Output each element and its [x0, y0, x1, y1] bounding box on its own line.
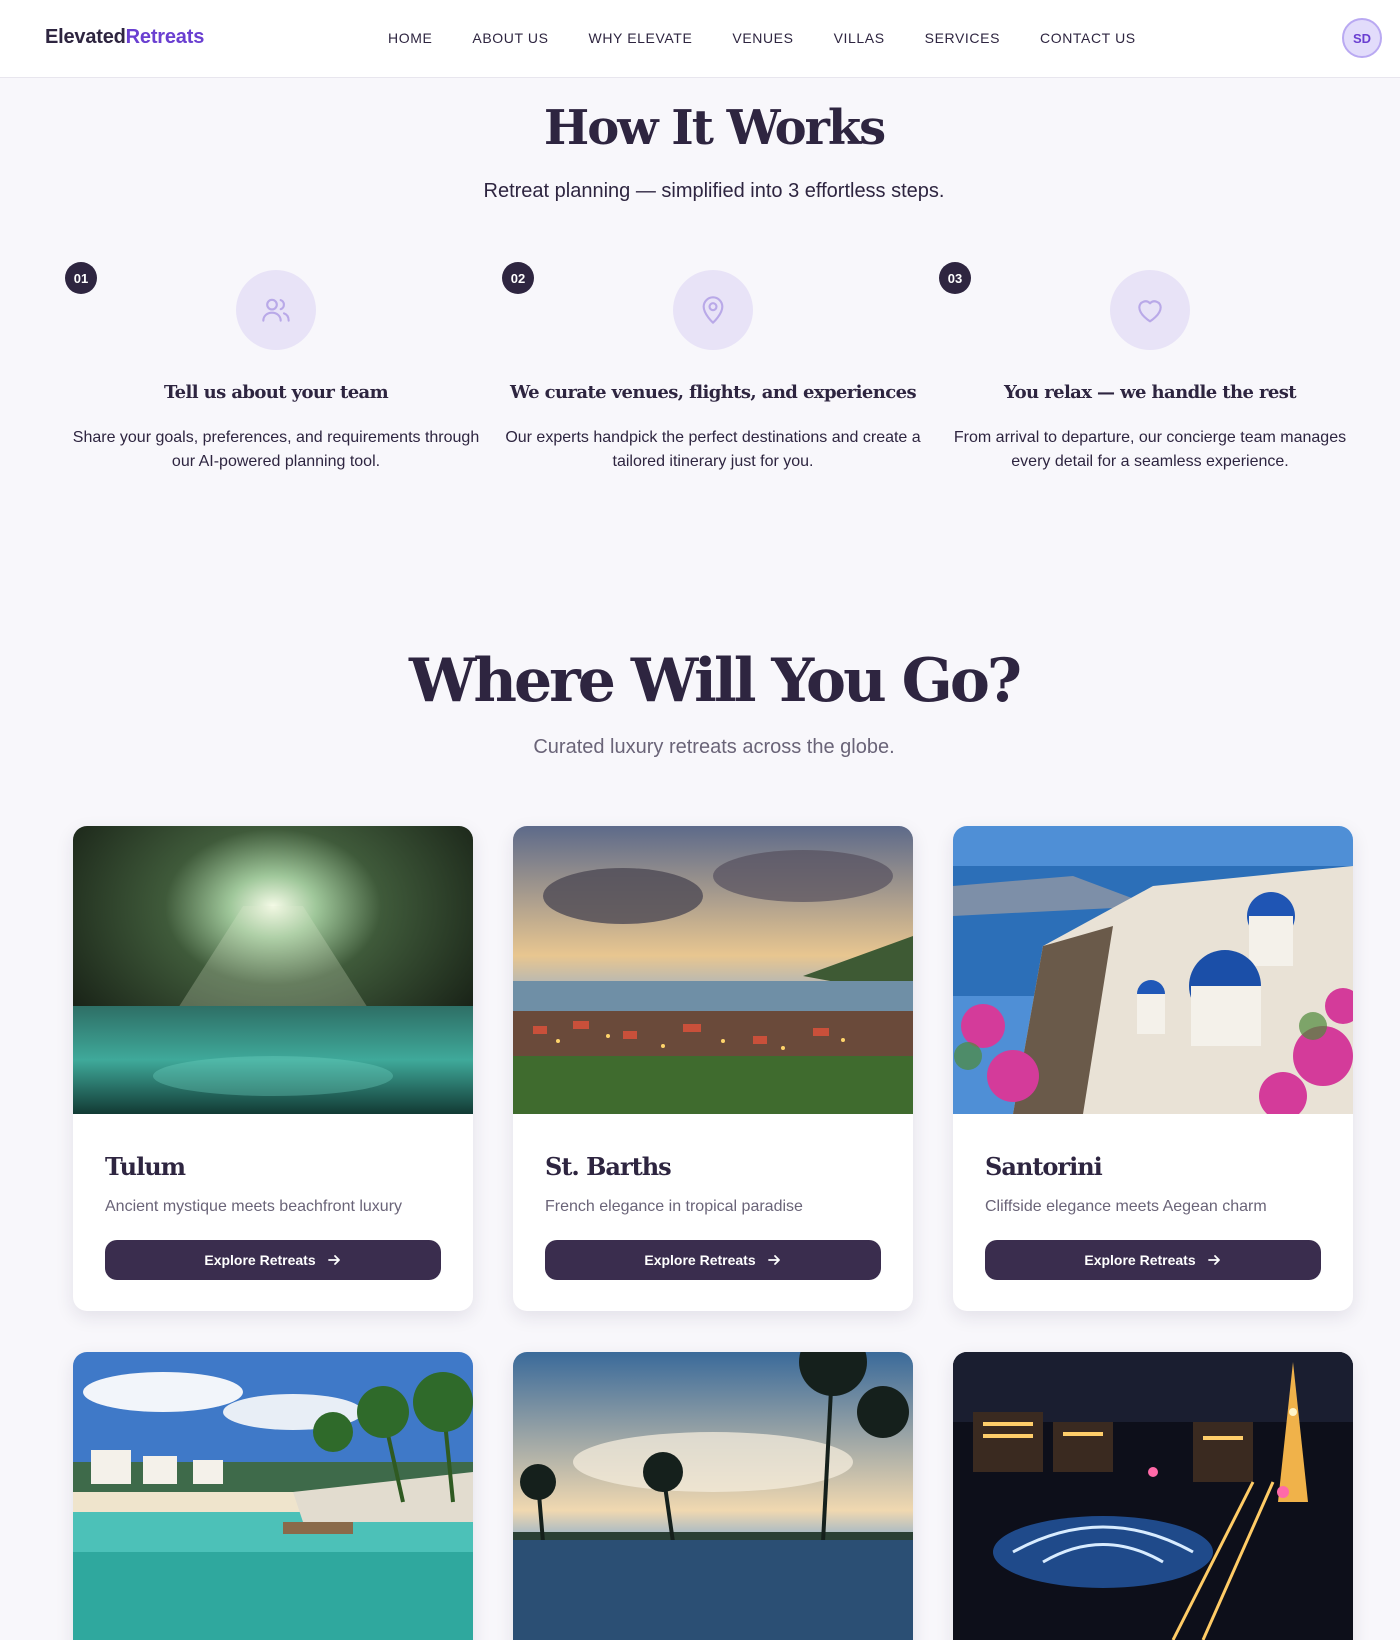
step-1: 01 Tell us about your team Share your go… — [65, 262, 479, 482]
destination-image — [953, 1352, 1353, 1640]
destination-tagline: Ancient mystique meets beachfront luxury — [105, 1198, 403, 1215]
destination-card-5[interactable] — [513, 1352, 913, 1640]
destination-tagline: Cliffside elegance meets Aegean charm — [985, 1198, 1267, 1215]
top-nav: ElevatedRetreats HOME ABOUT US WHY ELEVA… — [0, 0, 1400, 78]
nav-about-us[interactable]: ABOUT US — [472, 30, 548, 46]
step-description: Our experts handpick the perfect destina… — [505, 429, 921, 470]
destination-name: Santorini — [985, 1152, 1103, 1181]
destination-name: St. Barths — [545, 1152, 672, 1181]
nav-venues[interactable]: VENUES — [732, 30, 793, 46]
explore-retreats-button[interactable]: Explore Retreats — [105, 1240, 441, 1280]
user-avatar[interactable]: SD — [1342, 18, 1382, 58]
step-number-badge: 02 — [502, 262, 534, 294]
destination-card-6[interactable] — [953, 1352, 1353, 1640]
button-label: Explore Retreats — [1084, 1252, 1196, 1268]
how-it-works-title: How It Works — [543, 100, 886, 156]
step-title: You relax — we handle the rest — [1003, 382, 1297, 403]
step-icon-circle — [1110, 270, 1190, 350]
step-description: Share your goals, preferences, and requi… — [72, 429, 480, 470]
nav-home[interactable]: HOME — [388, 30, 432, 46]
brand-name-part2: Retreats — [125, 26, 205, 48]
destinations-subtitle: Curated luxury retreats across the globe… — [533, 736, 895, 758]
step-icon-circle — [673, 270, 753, 350]
nav-services[interactable]: SERVICES — [925, 30, 1000, 46]
step-title: Tell us about your team — [163, 382, 389, 403]
nav-why-elevate[interactable]: WHY ELEVATE — [589, 30, 693, 46]
destination-image — [73, 1352, 473, 1640]
destination-card-tulum[interactable]: Tulum Ancient mystique meets beachfront … — [73, 826, 473, 1311]
step-number-badge: 01 — [65, 262, 97, 294]
step-3: 03 You relax — we handle the rest From a… — [939, 262, 1346, 482]
explore-retreats-button[interactable]: Explore Retreats — [545, 1240, 881, 1280]
step-icon-circle — [236, 270, 316, 350]
destination-image — [73, 826, 473, 1114]
destination-card-st-barths[interactable]: St. Barths French elegance in tropical p… — [513, 826, 913, 1311]
button-label: Explore Retreats — [644, 1252, 756, 1268]
destination-image — [953, 826, 1353, 1114]
arrow-right-icon — [1207, 1255, 1220, 1265]
brand-name-part1: Elevated — [45, 26, 126, 48]
destination-tagline: French elegance in tropical paradise — [545, 1198, 803, 1215]
step-number-badge: 03 — [939, 262, 971, 294]
brand-logo[interactable]: ElevatedRetreats — [45, 26, 204, 49]
users-icon — [262, 298, 290, 322]
map-pin-icon — [702, 296, 724, 324]
destinations-title: Where Will You Go? — [408, 646, 1022, 716]
arrow-right-icon — [767, 1255, 780, 1265]
step-title: We curate venues, flights, and experienc… — [509, 382, 917, 403]
destination-image — [513, 1352, 913, 1640]
arrow-right-icon — [327, 1255, 340, 1265]
step-2: 02 We curate venues, flights, and experi… — [502, 262, 921, 482]
destination-name: Tulum — [105, 1152, 186, 1181]
main-menu: HOME ABOUT US WHY ELEVATE VENUES VILLAS … — [388, 30, 1176, 46]
destination-image — [513, 826, 913, 1114]
destination-card-4[interactable] — [73, 1352, 473, 1640]
explore-retreats-button[interactable]: Explore Retreats — [985, 1240, 1321, 1280]
how-it-works-subtitle: Retreat planning — simplified into 3 eff… — [483, 180, 945, 202]
button-label: Explore Retreats — [204, 1252, 316, 1268]
destination-card-santorini[interactable]: Santorini Cliffside elegance meets Aegea… — [953, 826, 1353, 1311]
step-description: From arrival to departure, our concierge… — [953, 429, 1347, 470]
nav-villas[interactable]: VILLAS — [834, 30, 885, 46]
nav-contact-us[interactable]: CONTACT US — [1040, 30, 1136, 46]
heart-icon — [1138, 300, 1162, 323]
